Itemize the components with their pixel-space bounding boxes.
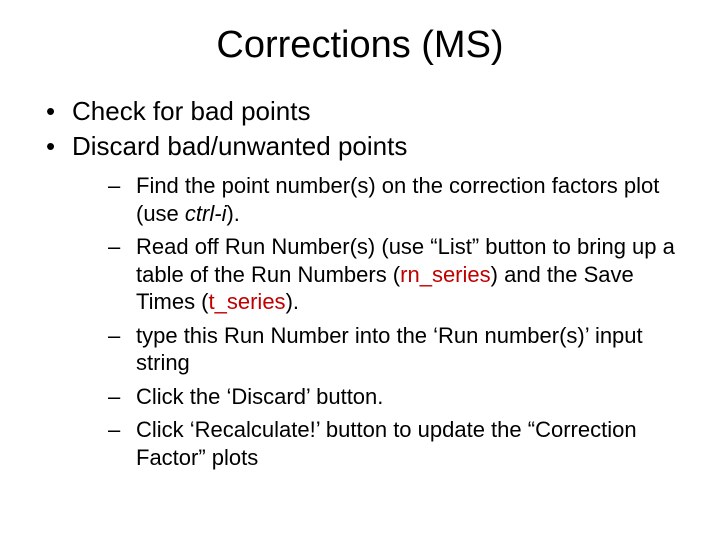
sub-item: Find the point number(s) on the correcti… [72, 172, 680, 227]
text-run-highlight: rn_series [400, 262, 490, 287]
text-run: ). [286, 289, 299, 314]
sub-item: type this Run Number into the ‘Run numbe… [72, 322, 680, 377]
text-run: ). [226, 201, 239, 226]
sub-item: Click ‘Recalculate!’ button to update th… [72, 416, 680, 471]
bullet-text: Discard bad/unwanted points [72, 131, 407, 161]
bullet-item: Discard bad/unwanted points Find the poi… [40, 130, 680, 472]
sub-item: Click the ‘Discard’ button. [72, 383, 680, 411]
text-run-italic: ctrl-i [185, 201, 227, 226]
bullet-item: Check for bad points [40, 95, 680, 128]
sub-item: Read off Run Number(s) (use “List” butto… [72, 233, 680, 316]
bullet-list: Check for bad points Discard bad/unwante… [40, 95, 680, 471]
sub-list: Find the point number(s) on the correcti… [72, 172, 680, 471]
slide-title: Corrections (MS) [40, 0, 680, 95]
slide: Corrections (MS) Check for bad points Di… [0, 0, 720, 540]
text-run-highlight: t_series [209, 289, 286, 314]
